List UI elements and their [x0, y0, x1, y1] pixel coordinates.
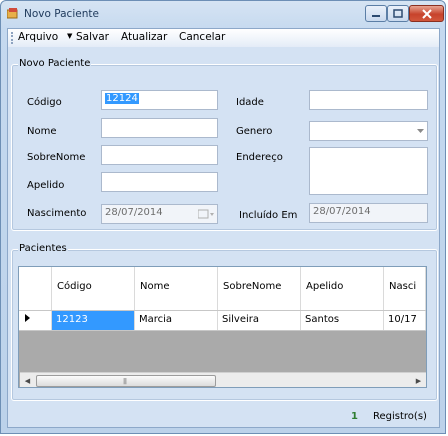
- nome-field[interactable]: [101, 118, 218, 138]
- codigo-label: Código: [27, 97, 62, 108]
- grid-header: Código Nome SobreNome Apelido Nasci: [19, 267, 426, 311]
- nascimento-value: 28/07/2014: [105, 207, 163, 218]
- scroll-left-icon[interactable]: ◀: [20, 373, 35, 387]
- horizontal-scrollbar[interactable]: ◀ ||| ▶: [20, 372, 426, 387]
- cell-codigo[interactable]: 12123: [52, 311, 135, 330]
- close-icon: [421, 8, 432, 19]
- menu-arquivo[interactable]: Arquivo: [18, 31, 58, 43]
- column-header[interactable]: Nasci: [384, 267, 426, 310]
- genero-label: Genero: [236, 126, 273, 137]
- row-header-corner: [19, 267, 52, 310]
- column-header[interactable]: Nome: [135, 267, 218, 310]
- idade-label: Idade: [236, 97, 264, 108]
- nascimento-label: Nascimento: [27, 208, 87, 219]
- apelido-label: Apelido: [27, 180, 65, 191]
- menu-bar: Arquivo ▼ Salvar Atualizar Cancelar: [8, 29, 439, 47]
- column-header[interactable]: Código: [52, 267, 135, 310]
- nome-label: Nome: [27, 126, 57, 137]
- scrollbar-thumb[interactable]: |||: [36, 375, 216, 387]
- endereco-field[interactable]: [309, 147, 428, 195]
- sobrenome-label: SobreNome: [27, 152, 86, 163]
- table-row[interactable]: 12123 Marcia Silveira Santos 10/17: [19, 311, 426, 331]
- client-area: Arquivo ▼ Salvar Atualizar Cancelar Novo…: [7, 28, 440, 428]
- row-selector[interactable]: [19, 311, 52, 330]
- app-icon: [7, 8, 18, 19]
- record-count-label: Registro(s): [373, 411, 427, 422]
- column-header[interactable]: Apelido: [301, 267, 384, 310]
- apelido-field[interactable]: [101, 172, 218, 192]
- grip-icon: |||: [123, 378, 127, 385]
- toolstrip-grip[interactable]: [11, 32, 15, 44]
- incluido-field[interactable]: 28/07/2014: [309, 203, 428, 223]
- group-title: Pacientes: [18, 243, 68, 254]
- sobrenome-field[interactable]: [101, 145, 218, 165]
- window: Novo Paciente Arquivo ▼ Salvar Atualizar…: [0, 0, 446, 434]
- window-title: Novo Paciente: [24, 8, 99, 20]
- calendar-icon[interactable]: [198, 209, 214, 219]
- genero-select[interactable]: [309, 121, 428, 141]
- nascimento-date-picker[interactable]: 28/07/2014: [101, 204, 218, 224]
- maximize-icon: [393, 9, 403, 18]
- incluido-label: Incluído Em: [239, 210, 298, 221]
- current-row-icon: [25, 314, 30, 322]
- codigo-value: 12124: [105, 93, 139, 104]
- cell-sobrenome[interactable]: Silveira: [218, 311, 301, 330]
- cell-apelido[interactable]: Santos: [301, 311, 384, 330]
- chevron-down-icon[interactable]: [417, 129, 424, 134]
- idade-field[interactable]: [309, 90, 428, 110]
- record-count: 1: [351, 411, 358, 422]
- maximize-button[interactable]: [387, 5, 409, 22]
- cell-nome[interactable]: Marcia: [135, 311, 218, 330]
- pacientes-grid[interactable]: Código Nome SobreNome Apelido Nasci 1212…: [18, 266, 427, 388]
- group-title: Novo Paciente: [18, 58, 92, 69]
- scroll-right-icon[interactable]: ▶: [411, 373, 426, 387]
- close-button[interactable]: [409, 5, 444, 22]
- title-bar[interactable]: Novo Paciente: [1, 1, 447, 27]
- chevron-down-icon[interactable]: ▼: [67, 32, 72, 40]
- cell-nascimento[interactable]: 10/17: [384, 311, 426, 330]
- minimize-icon: [372, 14, 380, 17]
- menu-atualizar[interactable]: Atualizar: [121, 31, 167, 43]
- column-header[interactable]: SobreNome: [218, 267, 301, 310]
- endereco-label: Endereço: [236, 152, 283, 163]
- minimize-button[interactable]: [365, 5, 387, 22]
- menu-cancelar[interactable]: Cancelar: [179, 31, 225, 43]
- codigo-field[interactable]: 12124: [101, 90, 218, 110]
- menu-salvar[interactable]: Salvar: [76, 31, 109, 43]
